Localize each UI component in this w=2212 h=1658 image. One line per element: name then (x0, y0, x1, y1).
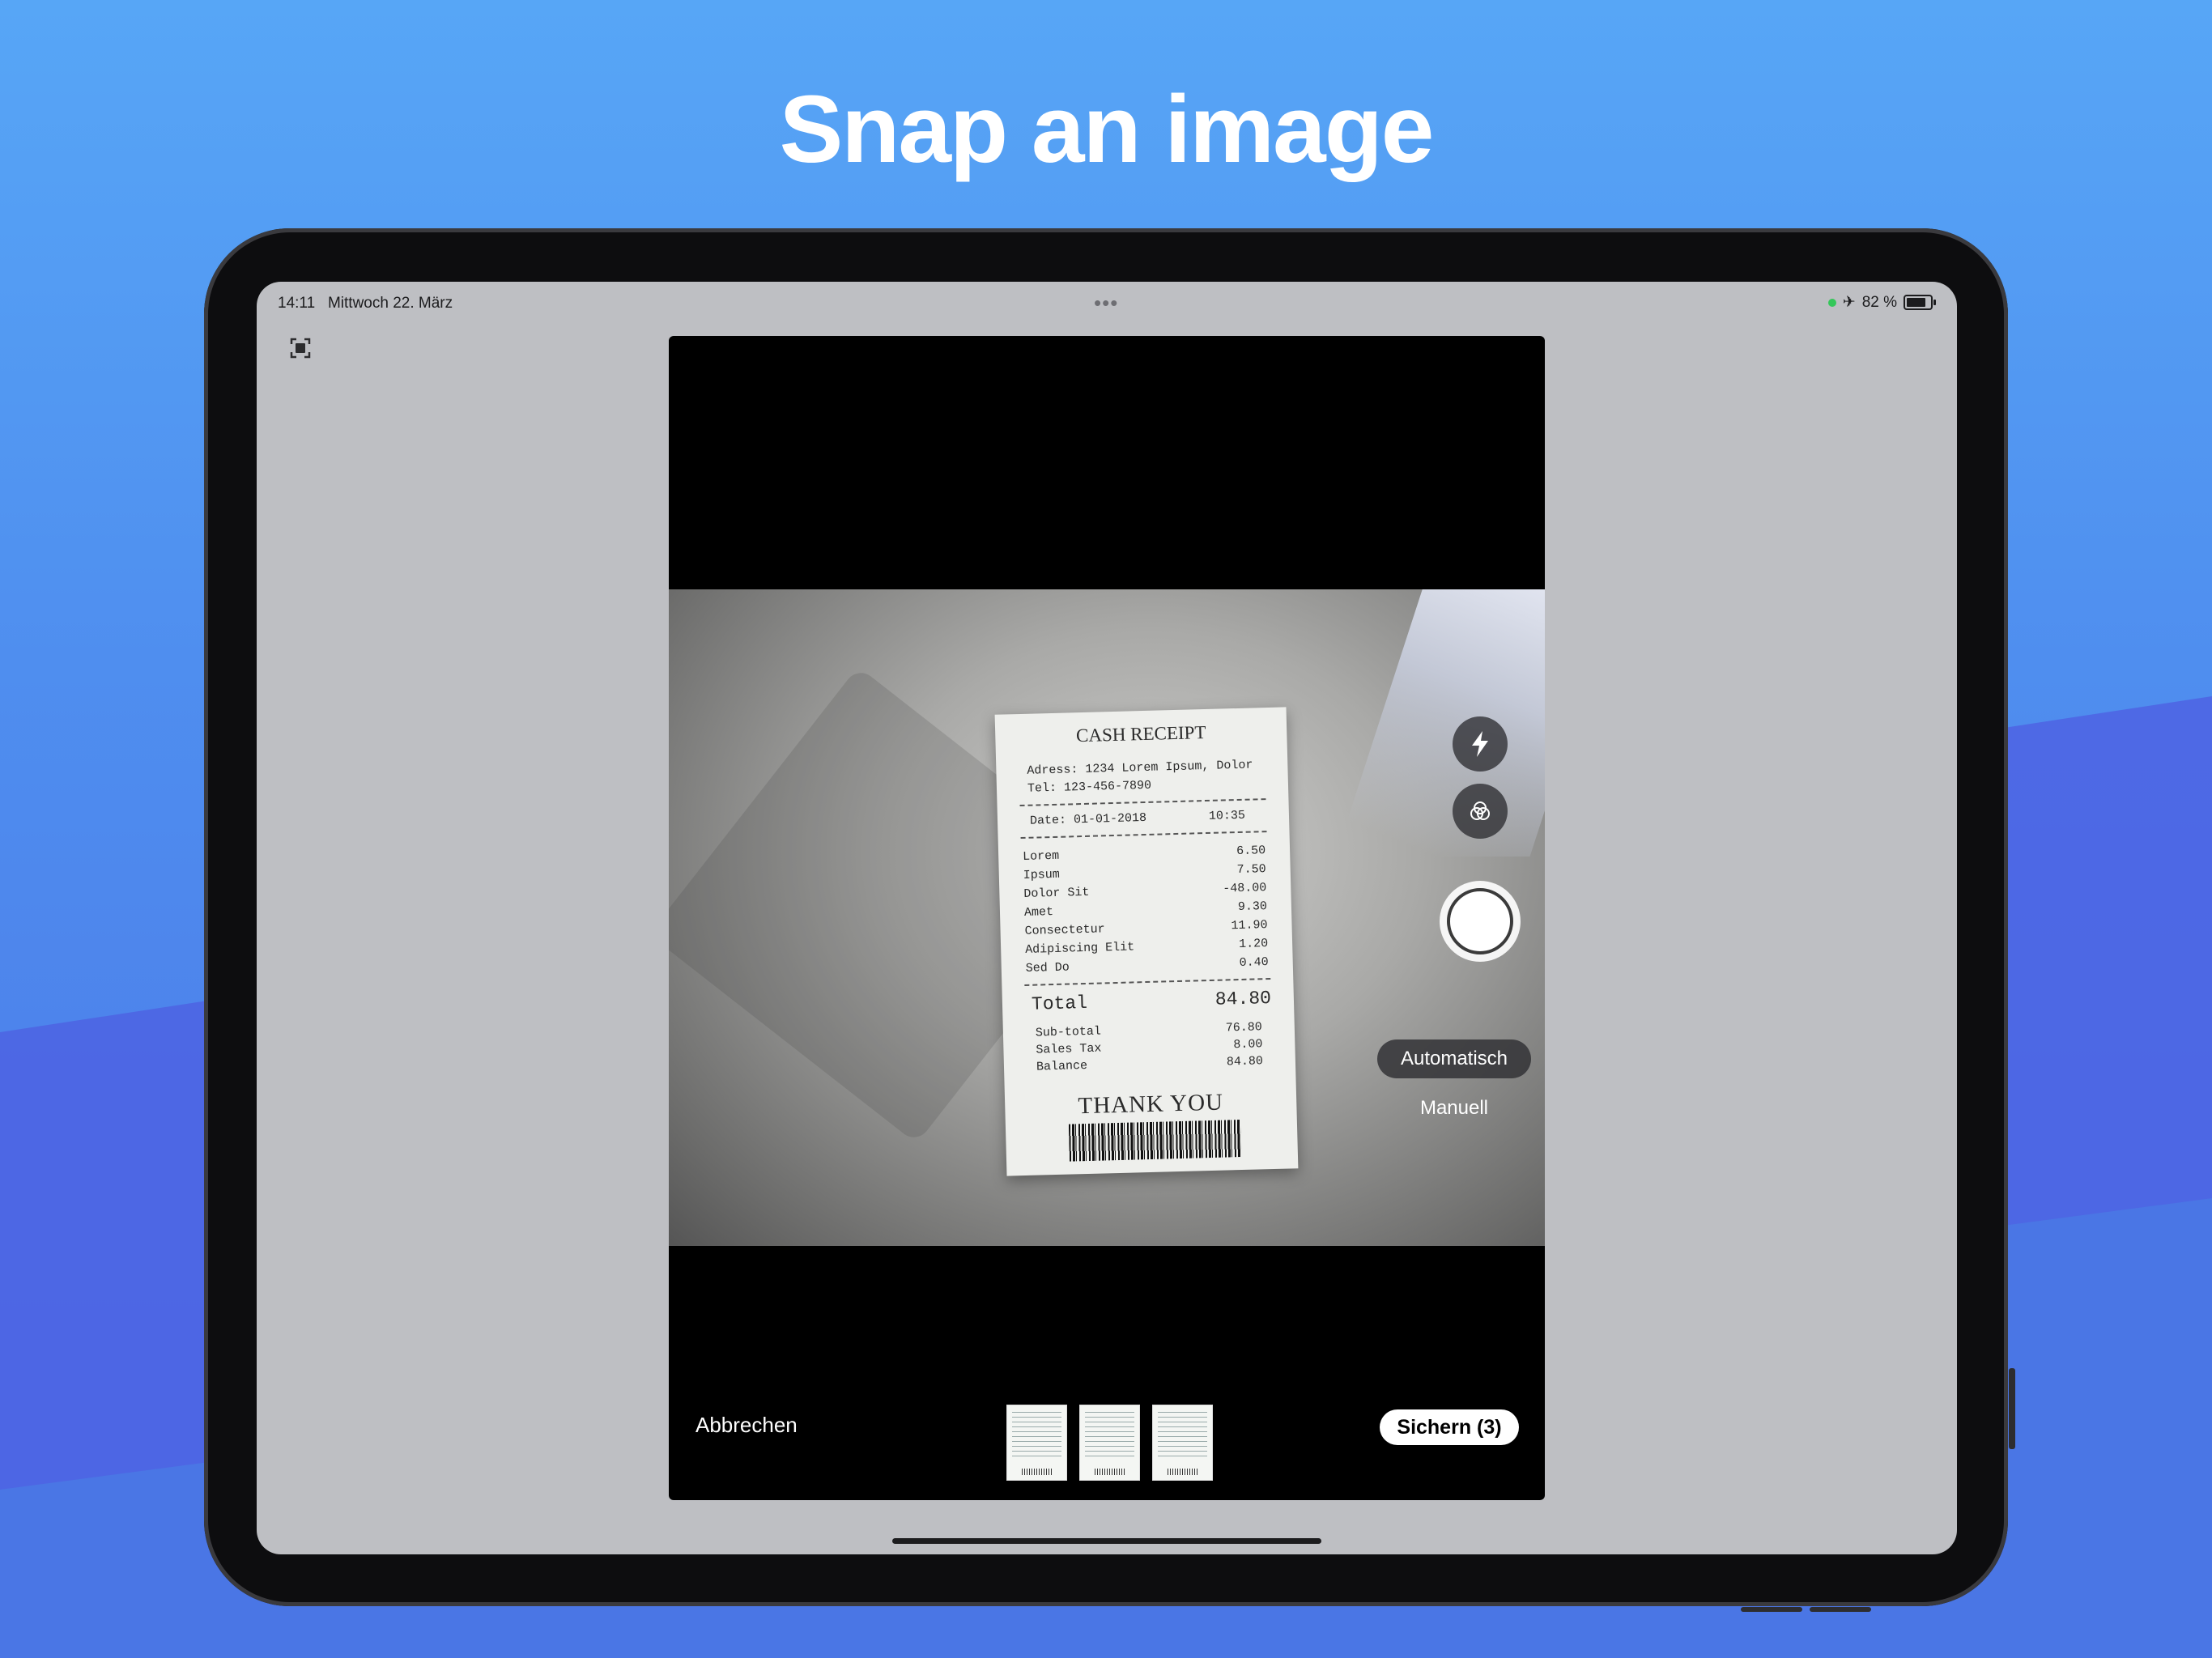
receipt-title: CASH RECEIPT (1075, 721, 1206, 746)
battery-percent: 82 % (1861, 293, 1897, 311)
background-light (1335, 589, 1545, 857)
scanned-page-thumbnail[interactable] (1079, 1405, 1140, 1481)
receipt-date: Date: 01-01-2018 (1029, 810, 1147, 828)
receipt-divider (1019, 798, 1266, 807)
receipt-address: Adress: 1234 Lorem Ipsum, Dolor (1027, 758, 1253, 778)
capture-mode-automatic[interactable]: Automatisch (1377, 1039, 1531, 1078)
receipt-summary-row: Sub-total 76.80 (1035, 1020, 1263, 1040)
receipt-divider (1024, 978, 1271, 986)
camera-viewfinder[interactable]: CASH RECEIPT Adress: 1234 Lorem Ipsum, D… (669, 589, 1545, 1246)
flash-icon (1472, 731, 1488, 757)
home-indicator[interactable] (892, 1538, 1321, 1544)
status-bar: 14:11 Mittwoch 22. März ••• ✈ 82 % (257, 288, 1957, 321)
airplane-mode-icon: ✈ (1842, 294, 1856, 311)
receipt-time: 10:35 (1208, 808, 1246, 823)
receipt-document: CASH RECEIPT Adress: 1234 Lorem Ipsum, D… (994, 707, 1299, 1176)
save-button[interactable]: Sichern (3) (1380, 1409, 1519, 1445)
receipt-item: Amet 9.30 (1023, 899, 1268, 920)
receipt-divider (1020, 831, 1267, 840)
receipt-item: Lorem 6.50 (1022, 844, 1266, 864)
receipt-item: Dolor Sit -48.00 (1023, 881, 1267, 901)
scanned-page-thumbnail[interactable] (1006, 1405, 1067, 1481)
ipad-screen: 14:11 Mittwoch 22. März ••• ✈ 82 % CASH … (257, 282, 1957, 1554)
status-time: 14:11 (278, 295, 316, 312)
capture-mode-manual[interactable]: Manuell (1377, 1097, 1531, 1120)
receipt-total: Total 84.80 (1031, 988, 1272, 1015)
receipt-tel: Tel: 123-456-7890 (1027, 778, 1152, 796)
scanned-pages-thumbnails (1006, 1405, 1213, 1481)
receipt-thanks: THANK YOU (1078, 1089, 1224, 1120)
camera-in-use-indicator (1827, 298, 1836, 307)
device-side-button (2009, 1368, 2015, 1449)
battery-icon (1904, 295, 1936, 310)
filter-button[interactable] (1453, 784, 1508, 839)
app-store-screenshot: Snap an image 14:11 Mittwoch 22. März ••… (0, 0, 2212, 1658)
receipt-item: Sed Do 0.40 (1025, 955, 1269, 976)
shutter-button[interactable] (1440, 881, 1521, 962)
document-scan-icon[interactable] (289, 337, 312, 359)
flash-button[interactable] (1453, 716, 1508, 772)
color-filter-icon (1470, 801, 1490, 820)
shutter-inner-ring (1447, 888, 1513, 954)
status-date: Mittwoch 22. März (327, 295, 453, 312)
receipt-summary-row: Sales Tax 8.00 (1036, 1037, 1263, 1057)
receipt-barcode (1068, 1120, 1242, 1162)
headline: Snap an image (779, 76, 1435, 183)
scanned-page-thumbnail[interactable] (1152, 1405, 1213, 1481)
receipt-item: Consectetur 11.90 (1024, 918, 1268, 938)
multitasking-dots-icon[interactable]: ••• (1094, 291, 1118, 316)
device-top-button (1741, 1607, 1802, 1612)
cancel-button[interactable]: Abbrechen (696, 1413, 798, 1438)
document-camera-view: CASH RECEIPT Adress: 1234 Lorem Ipsum, D… (669, 336, 1545, 1500)
receipt-item: Adipiscing Elit 1.20 (1024, 937, 1269, 957)
receipt-item: Ipsum 7.50 (1023, 862, 1266, 882)
receipt-summary-row: Balance 84.80 (1036, 1054, 1264, 1074)
device-top-button (1810, 1607, 1871, 1612)
